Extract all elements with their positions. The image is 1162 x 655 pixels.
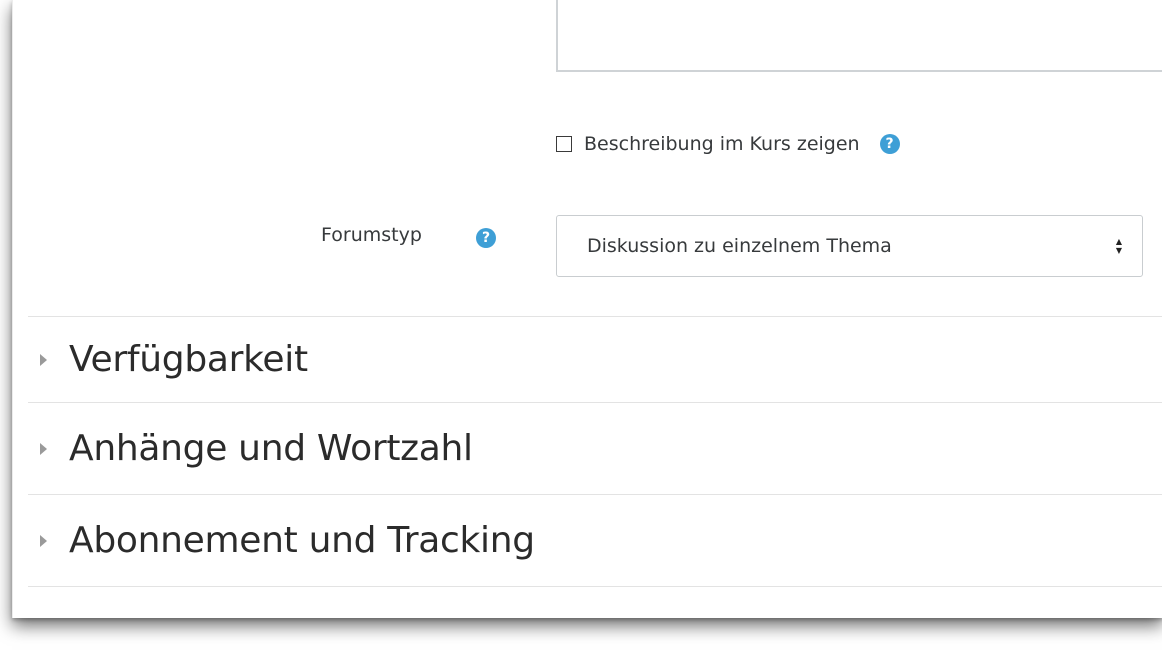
show-description-label[interactable]: Beschreibung im Kurs zeigen xyxy=(584,133,860,155)
description-textarea[interactable] xyxy=(556,0,1162,72)
help-icon[interactable]: ? xyxy=(879,134,900,154)
forum-type-label: Forumstyp xyxy=(321,224,422,246)
section-title[interactable]: Verfügbarkeit xyxy=(69,339,308,380)
chevron-right-icon xyxy=(40,442,47,455)
section-verfuegbarkeit[interactable]: Verfügbarkeit xyxy=(28,316,1162,402)
chevron-right-icon xyxy=(40,353,47,366)
help-icon[interactable]: ? xyxy=(476,228,496,248)
chevron-right-icon xyxy=(40,534,47,547)
forum-type-select[interactable]: Diskussion zu einzelnem Thema ▲ ▼ xyxy=(556,215,1143,277)
show-description-row: Beschreibung im Kurs zeigen ? xyxy=(556,129,900,159)
section-title[interactable]: Abonnement und Tracking xyxy=(69,520,535,561)
section-abonnement[interactable]: Abonnement und Tracking xyxy=(28,494,1162,586)
show-description-checkbox[interactable] xyxy=(556,136,572,152)
section-anhaenge[interactable]: Anhänge und Wortzahl xyxy=(28,402,1162,494)
forum-type-selected-value: Diskussion zu einzelnem Thema xyxy=(587,235,892,257)
select-arrows-icon: ▲ ▼ xyxy=(1115,237,1122,255)
form-panel: Beschreibung im Kurs zeigen ? Forumstyp … xyxy=(12,0,1162,618)
section-title[interactable]: Anhänge und Wortzahl xyxy=(69,428,473,469)
divider xyxy=(28,586,1162,587)
